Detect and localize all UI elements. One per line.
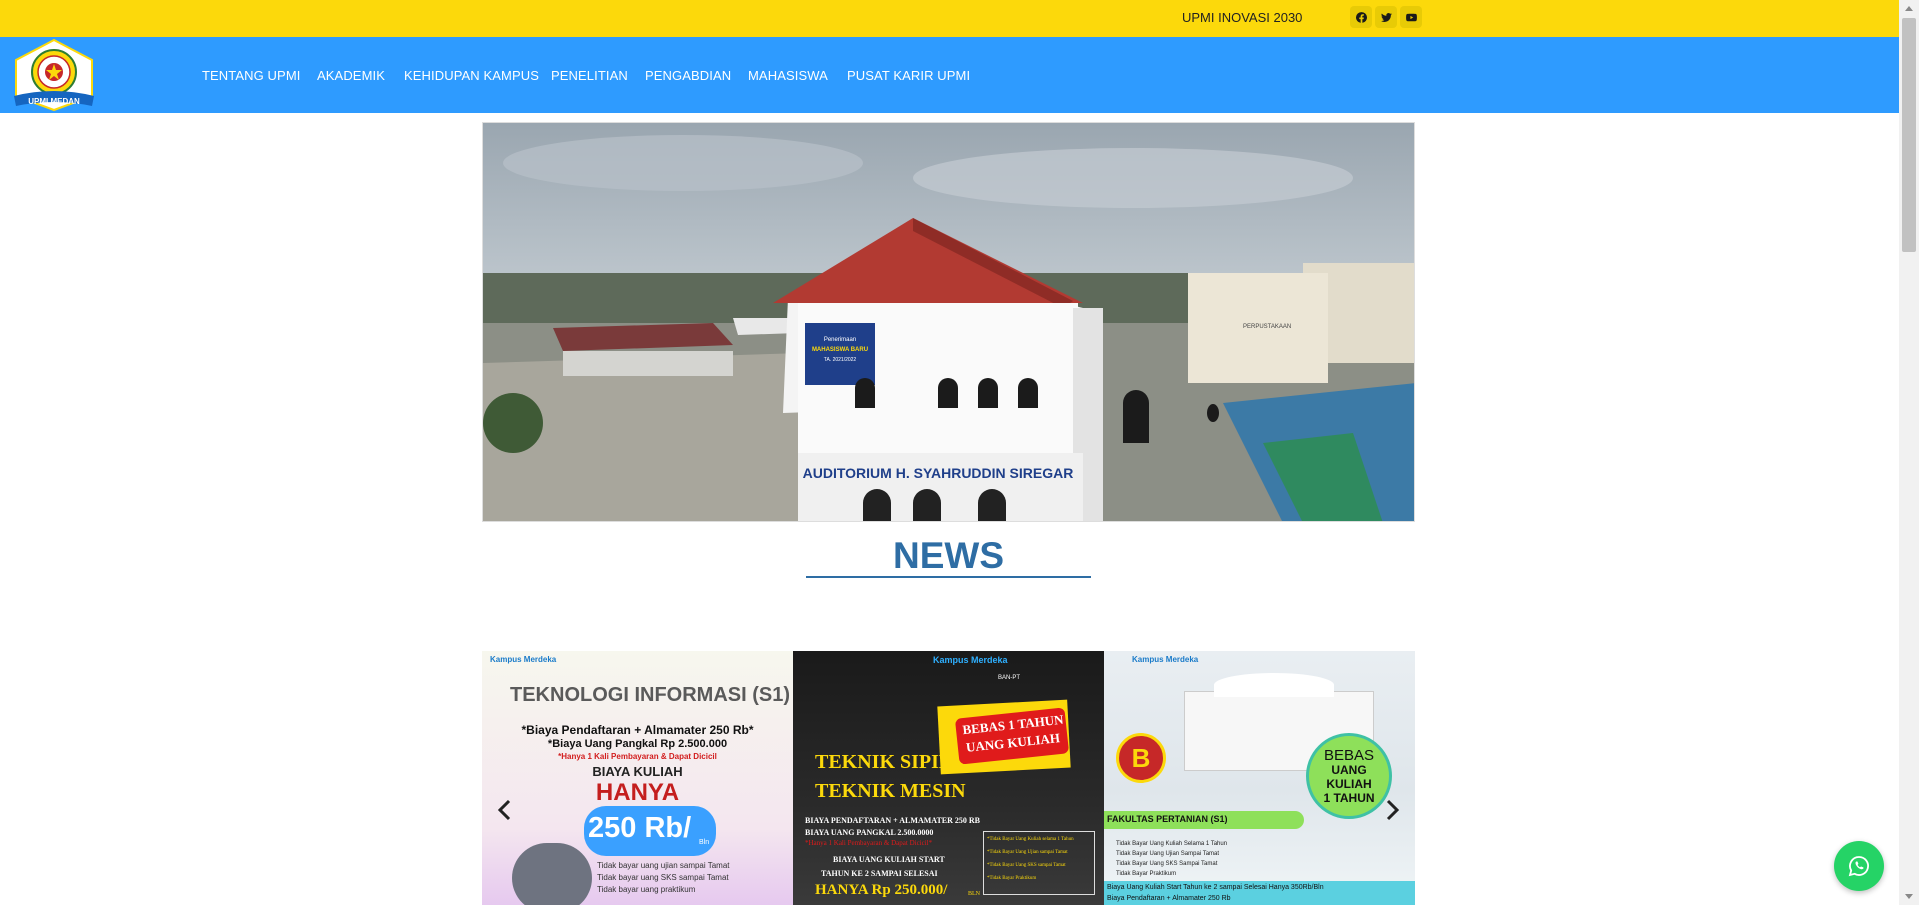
auditorium-sign: AUDITORIUM H. SYAHRUDDIN SIREGAR	[803, 465, 1074, 481]
twitter-icon[interactable]	[1375, 6, 1397, 28]
facebook-icon[interactable]	[1350, 6, 1372, 28]
kampus-merdeka-badge: Kampus Merdeka	[1132, 655, 1199, 664]
hero-video[interactable]: PERPUSTAKAAN Penerimaan MAHASISWA BARU T…	[482, 122, 1415, 522]
chevron-left-icon	[497, 799, 511, 821]
svg-text:Penerimaan: Penerimaan	[824, 337, 856, 343]
whatsapp-icon	[1848, 856, 1869, 877]
news-underline	[806, 576, 1091, 578]
news-carousel: Kampus Merdeka TEKNOLOGI INFORMASI (S1) …	[482, 651, 1415, 905]
youtube-icon[interactable]	[1400, 6, 1422, 28]
nav-mahasiswa[interactable]: MAHASISWA	[748, 68, 828, 83]
svg-text:MAHASISWA BARU: MAHASISWA BARU	[812, 347, 868, 353]
news-heading: NEWS	[893, 535, 1004, 576]
accreditation-seal: B	[1116, 733, 1166, 783]
nav-pengabdian[interactable]: PENGABDIAN	[645, 68, 731, 83]
chevron-right-icon	[1386, 799, 1400, 821]
scrollbar-thumb[interactable]	[1902, 18, 1916, 252]
news-slide[interactable]: Kampus Merdeka BAN-PT BEBAS 1 TAHUN UANG…	[793, 651, 1104, 905]
carousel-next-button[interactable]	[1379, 795, 1405, 825]
carousel-prev-button[interactable]	[492, 795, 518, 825]
nav-kehidupan-kampus[interactable]: KEHIDUPAN KAMPUS	[404, 68, 539, 83]
lab-photo	[512, 843, 592, 905]
upmi-logo[interactable]: UPMI MEDAN	[8, 38, 100, 112]
top-bar	[0, 0, 1899, 37]
nav-pusat-karir[interactable]: PUSAT KARIR UPMI	[847, 68, 970, 83]
nav-akademik[interactable]: AKADEMIK	[317, 68, 385, 83]
svg-text:TA. 2021/2022: TA. 2021/2022	[824, 357, 857, 363]
nav-tentang-upmi[interactable]: TENTANG UPMI	[202, 68, 300, 83]
nav-penelitian[interactable]: PENELITIAN	[551, 68, 628, 83]
library-sign: PERPUSTAKAAN	[1243, 324, 1291, 330]
kampus-merdeka-badge: Kampus Merdeka	[933, 655, 1008, 665]
scroll-up-icon[interactable]	[1903, 3, 1915, 13]
logo-caption: UPMI MEDAN	[28, 97, 80, 106]
scroll-down-icon[interactable]	[1903, 892, 1915, 902]
tagline: UPMI INOVASI 2030	[1182, 10, 1303, 25]
kampus-merdeka-badge: Kampus Merdeka	[490, 655, 557, 664]
whatsapp-chat-button[interactable]	[1834, 841, 1884, 891]
news-slide[interactable]: Kampus Merdeka TEKNOLOGI INFORMASI (S1) …	[482, 651, 793, 905]
news-slide[interactable]: Kampus Merdeka B BEBAS UANG KULIAH 1 TAH…	[1104, 651, 1415, 905]
